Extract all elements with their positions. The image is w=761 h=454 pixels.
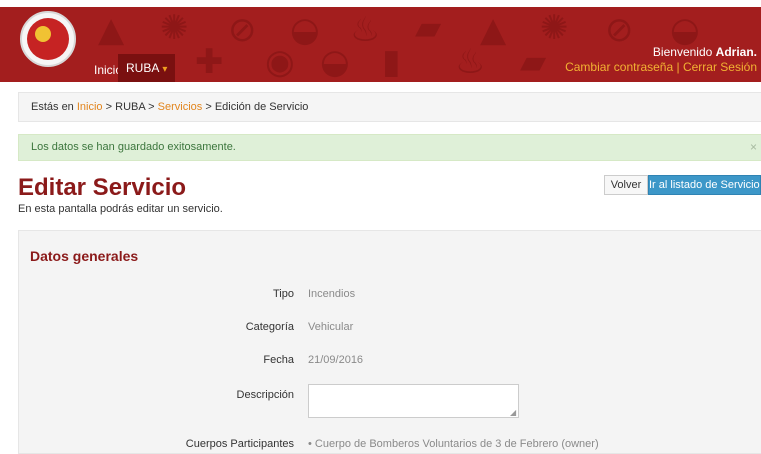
fire-truck-icon: ▰ (415, 8, 442, 48)
no-smoking-icon: ⊘ (605, 10, 634, 50)
nav-ruba-dropdown[interactable]: RUBA ▾ (118, 54, 176, 82)
breadcrumb: Estás en Inicio > RUBA > Servicios > Edi… (18, 92, 761, 122)
breadcrumb-separator: > (148, 101, 155, 113)
back-button[interactable]: Volver (604, 175, 648, 195)
fire-icon: ♨ (350, 10, 381, 50)
welcome-prefix: Bienvenido (652, 45, 713, 59)
logo-emblem (35, 26, 51, 42)
fire-truck-icon: ▰ (520, 42, 547, 82)
no-smoking-icon: ⊘ (228, 10, 257, 50)
tipo-label: Tipo (273, 288, 294, 300)
success-alert: Los datos se han guardado exitosamente. … (18, 134, 761, 161)
change-password-link[interactable]: Cambiar contraseña (565, 60, 673, 74)
breadcrumb-services-link[interactable]: Servicios (158, 101, 203, 113)
alarm-icon: ✺ (160, 8, 189, 48)
extinguisher-icon: ▮ (382, 42, 401, 82)
header: ▲ ✺ ⊘ ◒ ♨ ▰ ▲ ✺ ⊘ ◒ ✚ ◉ ◒ ▮ ♨ ▰ Inicio R… (0, 7, 761, 82)
fecha-value: 21/09/2016 (308, 354, 364, 366)
alert-message: Los datos se han guardado exitosamente. (31, 141, 236, 153)
nav-ruba-label: RUBA (126, 61, 160, 75)
account-links: Cambiar contraseña | Cerrar Sesión (565, 60, 757, 74)
alarm-icon: ✺ (540, 8, 569, 48)
logout-link[interactable]: Cerrar Sesión (683, 60, 757, 74)
first-aid-icon: ✚ (195, 42, 224, 82)
breadcrumb-current: Edición de Servicio (214, 101, 309, 113)
alert-close-icon[interactable]: × (750, 135, 757, 160)
resize-grip-icon[interactable]: ◢ (510, 409, 516, 417)
hydrant-icon: ▲ (98, 10, 125, 50)
helmet-icon: ◒ (320, 42, 350, 82)
breadcrumb-separator: > (105, 101, 113, 113)
caret-down-icon: ▾ (162, 64, 168, 75)
breadcrumb-section: RUBA (115, 101, 146, 113)
logo[interactable] (20, 11, 76, 67)
fecha-label: Fecha (263, 354, 294, 366)
descripcion-label: Descripción (236, 389, 294, 401)
section-title: Datos generales (30, 248, 139, 264)
breadcrumb-prefix: Estás en (31, 101, 74, 113)
general-data-panel: Datos generales Tipo Incendios Categoría… (18, 230, 761, 454)
helmet-icon: ◒ (670, 10, 700, 50)
user-name: Adrian. (715, 45, 757, 59)
fire-icon: ♨ (455, 42, 486, 82)
cuerpos-value: • Cuerpo de Bomberos Voluntarios de 3 de… (308, 438, 599, 450)
breadcrumb-separator: > (205, 101, 212, 113)
cuerpos-label: Cuerpos Participantes (185, 438, 294, 450)
categoria-label: Categoría (245, 321, 294, 333)
tipo-value: Incendios (308, 288, 356, 300)
categoria-value: Vehicular (308, 321, 354, 333)
page-subtitle: En esta pantalla podrás editar un servic… (18, 203, 223, 215)
services-list-button[interactable]: Ir al listado de Servicios (648, 175, 761, 195)
page-title: Editar Servicio (18, 174, 187, 201)
breadcrumb-home-link[interactable]: Inicio (77, 101, 103, 113)
link-separator: | (676, 60, 680, 74)
welcome-text: Bienvenido Adrian. (653, 45, 757, 59)
alarm-icon: ◉ (265, 42, 295, 82)
descripcion-input[interactable] (308, 384, 519, 418)
